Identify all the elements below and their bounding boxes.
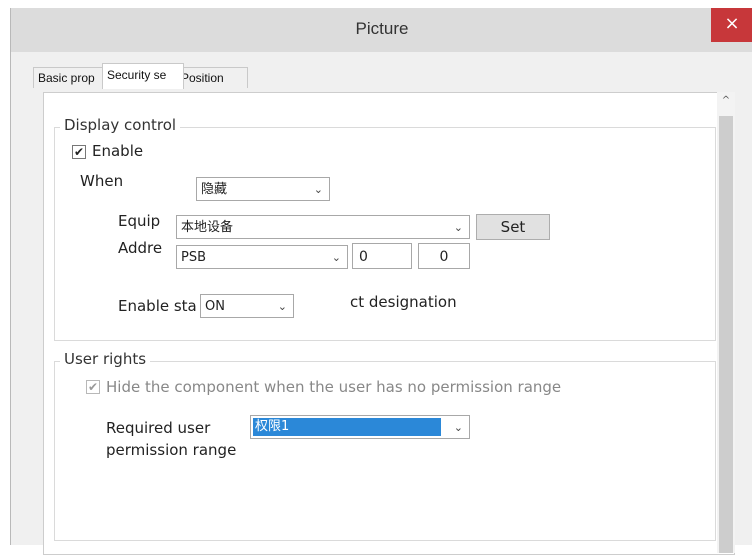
display-control-legend: Display control	[60, 116, 181, 134]
equip-label: Equip	[118, 212, 161, 230]
when-label: When	[80, 172, 124, 190]
scroll-up-icon[interactable]: ^	[717, 92, 735, 110]
hide-component-checkbox[interactable]: ✔	[86, 380, 100, 394]
address-type-select[interactable]: PSB ⌄	[176, 245, 348, 269]
chevron-down-icon: ⌄	[453, 221, 463, 234]
close-icon[interactable]: ×	[711, 8, 752, 42]
permission-range-select[interactable]: 权限1 ⌄	[250, 415, 470, 439]
enable-state-label: Enable sta	[118, 297, 197, 315]
address-field-2[interactable]: 0	[418, 243, 470, 269]
title-bar: Picture ×	[11, 8, 752, 52]
chevron-down-icon: ⌄	[453, 421, 463, 434]
when-select-value: 隐藏	[201, 182, 228, 197]
chevron-down-icon: ⌄	[277, 300, 287, 313]
permission-range-value: 权限1	[253, 418, 441, 436]
address-field-1[interactable]: 0	[352, 243, 412, 269]
chevron-down-icon: ⌄	[331, 251, 341, 264]
tab-basic-properties[interactable]: Basic prop	[33, 67, 111, 88]
enable-checkbox[interactable]: ✔	[72, 145, 86, 159]
set-button[interactable]: Set	[476, 214, 550, 240]
address-type-value: PSB	[181, 250, 207, 265]
equipment-select[interactable]: 本地设备 ⌄	[176, 215, 470, 239]
enable-label: Enable	[92, 142, 144, 160]
chevron-down-icon: ⌄	[313, 183, 323, 196]
required-permission-label-line1: Required user	[106, 419, 211, 437]
scroll-thumb[interactable]	[719, 116, 733, 553]
enable-state-select[interactable]: ON ⌄	[200, 294, 294, 318]
vertical-scrollbar[interactable]: ^	[717, 92, 735, 553]
equipment-select-value: 本地设备	[181, 220, 234, 235]
hide-component-label: Hide the component when the user has no …	[106, 378, 562, 396]
required-permission-label-line2: permission range	[106, 441, 237, 459]
enable-state-value: ON	[205, 299, 225, 314]
tab-content-panel: Display control ✔ Enable When 隐藏 ⌄ Equip…	[43, 92, 735, 555]
tab-position[interactable]: Position	[176, 67, 248, 88]
tab-security-settings[interactable]: Security se	[102, 63, 184, 89]
user-rights-legend: User rights	[60, 350, 151, 368]
address-label: Addre	[118, 239, 163, 257]
window-title: Picture	[355, 19, 409, 38]
when-select[interactable]: 隐藏 ⌄	[196, 177, 330, 201]
ct-designation-text: ct designation	[350, 293, 457, 311]
dialog-window: Picture × Basic prop Security se Positio…	[10, 8, 752, 555]
